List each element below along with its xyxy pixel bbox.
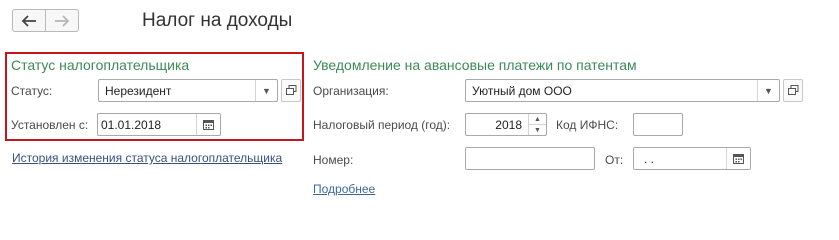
taxpayer-status-title: Статус налогоплательщика: [11, 57, 190, 73]
details-link[interactable]: Подробнее: [313, 182, 375, 196]
chevron-down-icon[interactable]: ▼: [255, 80, 277, 101]
calendar-button[interactable]: [196, 114, 220, 135]
status-select[interactable]: Нерезидент ▼: [98, 79, 278, 102]
from-date-value: . .: [644, 152, 655, 166]
year-spinner[interactable]: ▲ ▼: [528, 114, 546, 135]
status-history-link[interactable]: История изменения статуса налогоплательщ…: [12, 151, 282, 165]
spin-up-icon[interactable]: ▲: [529, 114, 546, 124]
forward-button[interactable]: [45, 9, 79, 32]
tax-period-value: 2018: [495, 118, 522, 132]
status-open-button[interactable]: [281, 79, 301, 102]
patent-notice-title: Уведомление на авансовые платежи по пате…: [313, 57, 637, 73]
calendar-icon: [733, 154, 744, 164]
tax-period-label: Налоговый период (год):: [313, 118, 451, 132]
open-window-icon: [787, 85, 798, 95]
arrow-left-icon: [21, 14, 36, 27]
organization-value: Уютный дом ООО: [472, 84, 572, 98]
number-field[interactable]: [465, 147, 595, 170]
arrow-right-icon: [55, 14, 70, 27]
page-title: Налог на доходы: [142, 10, 293, 31]
back-button[interactable]: [12, 9, 46, 32]
from-label: От:: [605, 153, 624, 167]
calendar-icon: [203, 120, 214, 130]
status-value: Нерезидент: [105, 84, 172, 98]
established-label: Установлен с:: [11, 118, 89, 132]
tax-period-field[interactable]: 2018 ▲ ▼: [465, 113, 547, 136]
ifns-code-field[interactable]: [633, 113, 683, 136]
organization-select[interactable]: Уютный дом ООО ▼: [465, 79, 780, 102]
from-date-field[interactable]: . .: [633, 147, 751, 170]
status-label: Статус:: [11, 84, 53, 98]
spin-down-icon[interactable]: ▼: [529, 124, 546, 135]
open-window-icon: [285, 85, 296, 95]
established-date-value: 01.01.2018: [101, 118, 162, 132]
ifns-label: Код ИФНС:: [556, 118, 619, 132]
organization-open-button[interactable]: [783, 79, 803, 102]
calendar-button[interactable]: [726, 148, 750, 169]
established-date-field[interactable]: 01.01.2018: [97, 113, 221, 136]
chevron-down-icon[interactable]: ▼: [757, 80, 779, 101]
organization-label: Организация:: [313, 84, 389, 98]
number-label: Номер:: [313, 153, 354, 167]
